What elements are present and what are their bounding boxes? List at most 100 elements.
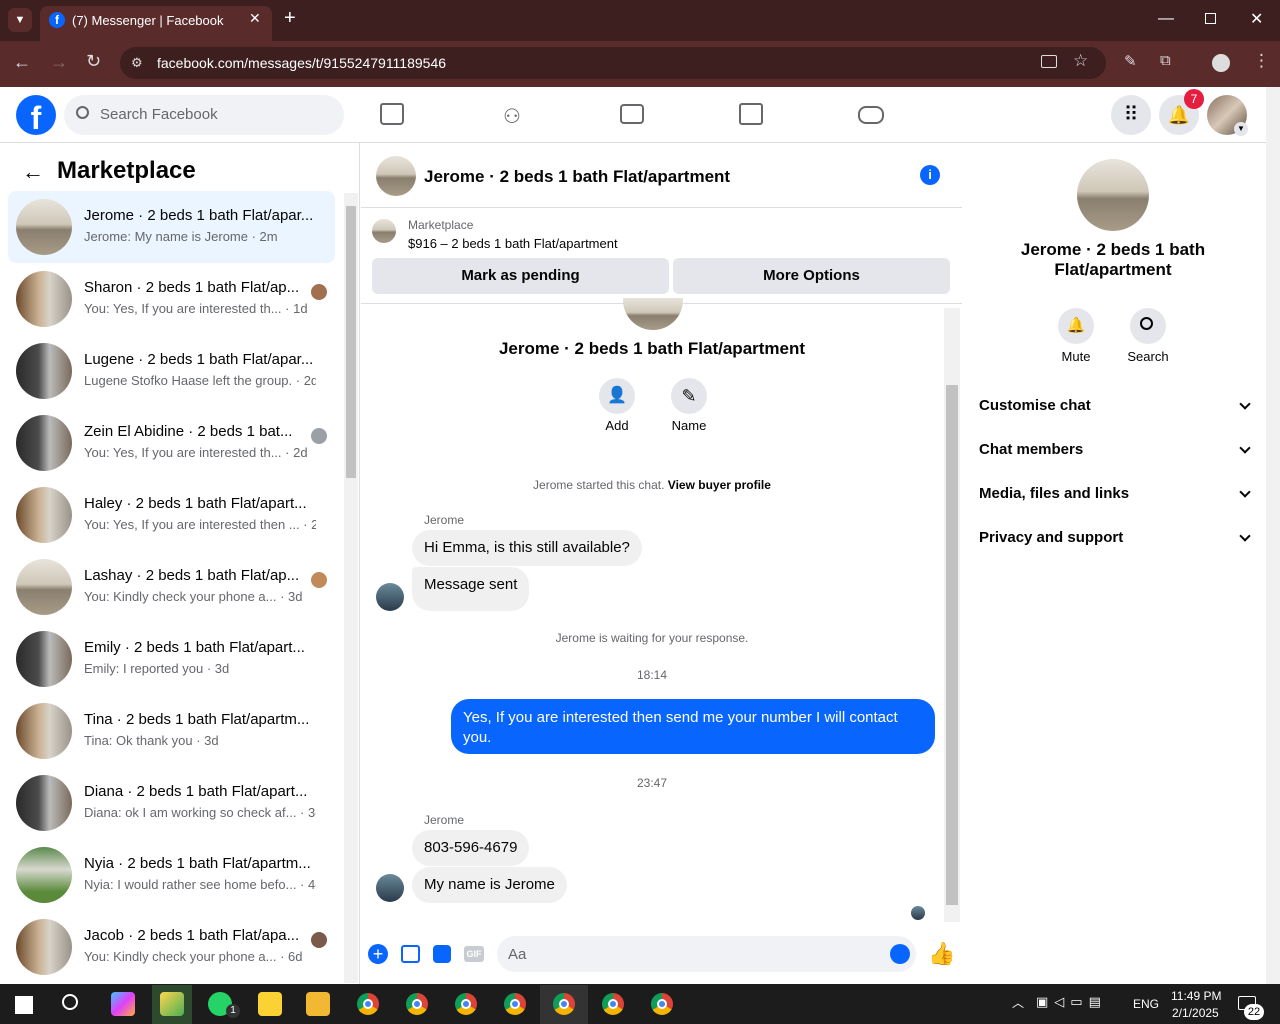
view-buyer-profile-link[interactable]: View buyer profile: [668, 478, 771, 492]
close-window-button[interactable]: ✕: [1250, 9, 1263, 29]
conversation-item[interactable]: Diana · 2 beds 1 bath Flat/apart... Diana…: [8, 767, 335, 839]
conversation-item[interactable]: Zein El Abidine · 2 beds 1 bat... You: Ye…: [8, 407, 335, 479]
chrome-icon[interactable]: [651, 993, 673, 1015]
home-icon[interactable]: [380, 103, 404, 125]
chat-scrollbar-thumb[interactable]: [946, 385, 958, 905]
reload-button[interactable]: ↻: [86, 51, 101, 72]
conversation-item[interactable]: Emily · 2 beds 1 bath Flat/apart... Emily…: [8, 623, 335, 695]
watch-icon[interactable]: [620, 104, 644, 124]
profile-photo[interactable]: [623, 298, 683, 330]
install-app-icon[interactable]: [1041, 55, 1057, 68]
chrome-menu-icon[interactable]: ⋮: [1253, 51, 1270, 71]
conversation-name: Lashay · 2 beds 1 bath Flat/ap...: [84, 567, 300, 584]
listing-thumbnail: [16, 703, 72, 759]
photos-icon[interactable]: [160, 992, 184, 1016]
message-bubble[interactable]: 803-596-4679: [412, 830, 530, 866]
back-button[interactable]: ←: [13, 52, 31, 73]
chrome-icon[interactable]: [406, 993, 428, 1015]
add-person-icon[interactable]: 👤: [599, 378, 635, 414]
facebook-logo-icon[interactable]: f: [16, 95, 56, 136]
sticky-notes-icon[interactable]: [258, 992, 282, 1016]
tray-chevron-icon[interactable]: ︿: [1012, 994, 1024, 1011]
forward-button[interactable]: →: [50, 52, 68, 73]
clock-date[interactable]: 2/1/2025: [1172, 1006, 1219, 1020]
outgoing-message-bubble[interactable]: Yes, If you are interested then send me …: [451, 699, 935, 754]
pen-icon[interactable]: ✎: [1124, 52, 1137, 70]
conversation-item[interactable]: Sharon · 2 beds 1 bath Flat/ap... You: Ye…: [8, 263, 335, 335]
listing-thumbnail[interactable]: [372, 219, 396, 243]
taskbar-search-icon[interactable]: [62, 994, 78, 1010]
edit-name-icon[interactable]: ✎: [671, 378, 707, 414]
chrome-icon[interactable]: [602, 993, 624, 1015]
sidebar-scrollbar-thumb[interactable]: [346, 206, 356, 478]
page-scrollbar[interactable]: [1266, 87, 1280, 984]
gaming-icon[interactable]: [858, 106, 884, 124]
chat-members-section[interactable]: Chat members: [979, 441, 1251, 458]
mute-bell-icon[interactable]: 🔔: [1058, 308, 1094, 344]
conversation-item[interactable]: Jerome · 2 beds 1 bath Flat/apar... Jerom…: [8, 191, 335, 263]
chat-title[interactable]: Jerome · 2 beds 1 bath Flat/apartment: [424, 167, 730, 187]
friends-icon[interactable]: ⚇: [500, 104, 524, 128]
chrome-icon[interactable]: [504, 993, 526, 1015]
emoji-icon[interactable]: [890, 944, 910, 964]
file-explorer-icon[interactable]: [306, 992, 330, 1016]
chrome-icon[interactable]: [455, 993, 477, 1015]
copilot-icon[interactable]: [111, 992, 135, 1016]
more-options-button[interactable]: More Options: [673, 258, 950, 294]
site-info-icon[interactable]: ⚙: [131, 55, 143, 71]
clock-time[interactable]: 11:49 PM: [1171, 989, 1221, 1003]
sticker-icon[interactable]: [433, 945, 451, 963]
message-bubble[interactable]: Hi Emma, is this still available?: [412, 530, 642, 566]
seen-avatar: [311, 932, 327, 948]
listing-label: Marketplace: [408, 218, 474, 232]
conversation-name: Nyia · 2 beds 1 bath Flat/apartm...: [84, 855, 311, 872]
tray-icons[interactable]: ▣◁▭▤: [1036, 994, 1107, 1010]
chrome-icon[interactable]: [553, 993, 575, 1015]
mark-as-pending-button[interactable]: Mark as pending: [372, 258, 669, 294]
menu-grid-button[interactable]: ⠿: [1111, 95, 1151, 135]
conversation-item[interactable]: Tina · 2 beds 1 bath Flat/apartm... Tina:…: [8, 695, 335, 767]
url-text[interactable]: facebook.com/messages/t/9155247911189546: [157, 55, 446, 71]
media-files-links-section[interactable]: Media, files and links: [979, 485, 1251, 502]
windows-start-icon[interactable]: [15, 996, 33, 1014]
conversation-item[interactable]: Nyia · 2 beds 1 bath Flat/apartm... Nyia:…: [8, 839, 335, 911]
message-bubble[interactable]: Message sent: [412, 567, 530, 611]
privacy-support-section[interactable]: Privacy and support: [979, 529, 1251, 546]
conversation-item[interactable]: Haley · 2 beds 1 bath Flat/apart... You: …: [8, 479, 335, 551]
conversation-item[interactable]: Lashay · 2 beds 1 bath Flat/ap... You: Ki…: [8, 551, 335, 623]
language-indicator[interactable]: ENG: [1133, 997, 1159, 1011]
info-icon[interactable]: i: [920, 165, 940, 185]
chat-avatar[interactable]: [376, 156, 416, 196]
restore-button[interactable]: [1205, 13, 1216, 24]
message-bubble[interactable]: My name is Jerome: [412, 867, 567, 903]
conversation-name: Jerome · 2 beds 1 bath Flat/apar...: [84, 207, 314, 224]
message-input[interactable]: [497, 936, 916, 972]
photo-icon[interactable]: [401, 945, 420, 963]
back-arrow-icon[interactable]: ←: [22, 159, 44, 185]
new-tab-button[interactable]: +: [284, 7, 296, 30]
sender-avatar[interactable]: [376, 583, 404, 611]
conversation-name: Jacob · 2 beds 1 bath Flat/apa...: [84, 927, 300, 944]
marketplace-icon[interactable]: [739, 103, 763, 125]
customise-chat-section[interactable]: Customise chat: [979, 397, 1251, 414]
listing-thumbnail: [16, 343, 72, 399]
listing-price[interactable]: $916 – 2 beds 1 bath Flat/apartment: [408, 236, 618, 251]
like-thumb-icon[interactable]: 👍: [928, 941, 955, 967]
details-avatar[interactable]: [1077, 159, 1149, 231]
bookmark-star-icon[interactable]: ☆: [1073, 51, 1088, 71]
chrome-icon[interactable]: [357, 993, 379, 1015]
more-actions-icon[interactable]: +: [368, 944, 388, 964]
conversation-item[interactable]: Jacob · 2 beds 1 bath Flat/apa... You: Ki…: [8, 911, 335, 983]
profile-icon[interactable]: [1212, 54, 1230, 72]
conversation-name: Haley · 2 beds 1 bath Flat/apart...: [84, 495, 307, 512]
chevron-down-icon: [1239, 486, 1251, 498]
extensions-icon[interactable]: ⧉: [1160, 52, 1171, 69]
minimize-button[interactable]: —: [1158, 10, 1174, 28]
sender-avatar[interactable]: [376, 874, 404, 902]
close-tab-icon[interactable]: ✕: [249, 10, 261, 27]
conversation-item[interactable]: Lugene · 2 beds 1 bath Flat/apar... Lugen…: [8, 335, 335, 407]
conversation-name: Tina · 2 beds 1 bath Flat/apartm...: [84, 711, 310, 728]
gif-icon[interactable]: GIF: [464, 946, 484, 962]
tab-list-button[interactable]: ▼: [8, 8, 32, 32]
chevron-down-icon: [1239, 442, 1251, 454]
